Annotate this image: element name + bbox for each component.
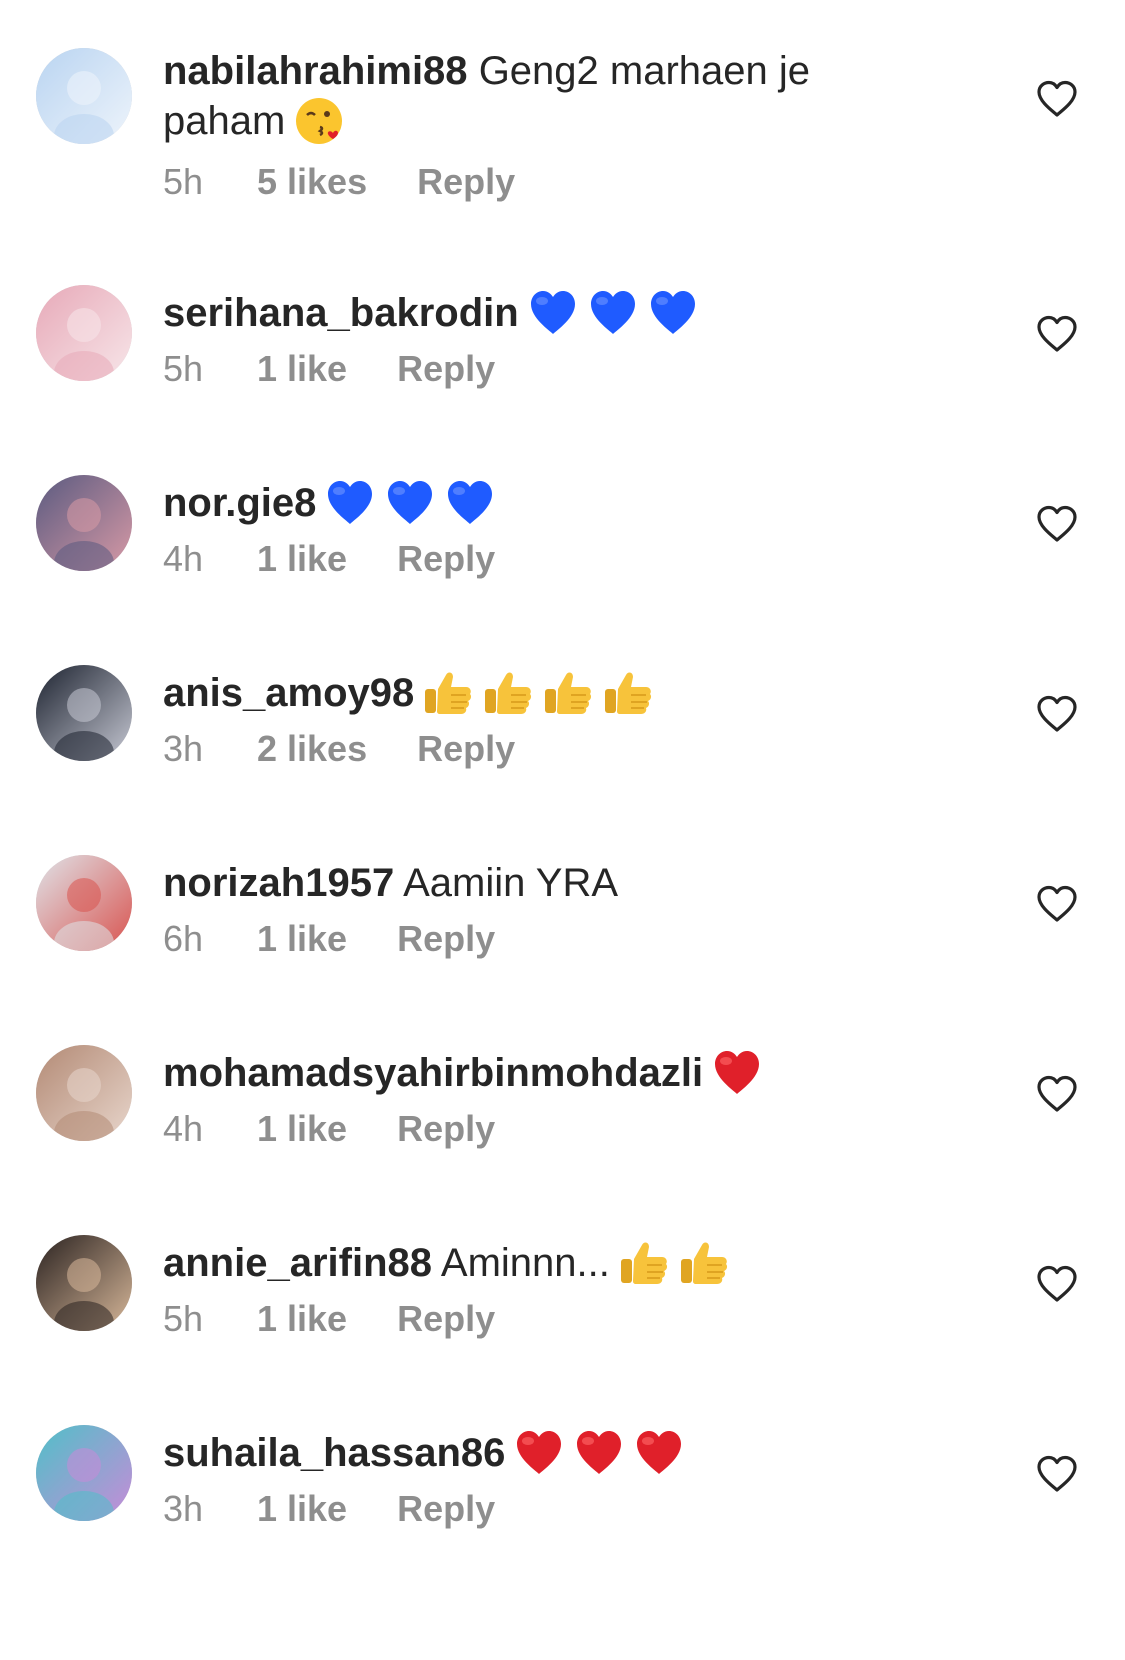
- thumbs-up-emoji: [678, 1237, 730, 1289]
- blue-heart-emoji: [527, 287, 579, 339]
- avatar[interactable]: [36, 1235, 132, 1331]
- like-heart-icon[interactable]: [1036, 1265, 1078, 1303]
- reply-button[interactable]: Reply: [397, 349, 495, 389]
- comment-meta: 5h 5 likes Reply: [163, 162, 515, 202]
- comment-body: annie_arifin88 Aminnn...: [163, 1238, 963, 1292]
- avatar[interactable]: [36, 855, 132, 951]
- comment-emojis: [513, 1426, 693, 1479]
- comment-likes[interactable]: 5 likes: [257, 162, 367, 202]
- comment-emojis: [527, 286, 707, 339]
- comment-item: annie_arifin88 Aminnn... 5h 1 like Reply: [0, 1232, 1125, 1422]
- comment-time: 5h: [163, 1298, 204, 1339]
- comment-meta: 4h 1 like Reply: [163, 539, 495, 579]
- comment-emojis: [422, 666, 662, 719]
- comment-item: norizah1957 Aamiin YRA 6h 1 like Reply: [0, 852, 1125, 1042]
- like-heart-icon[interactable]: [1036, 695, 1078, 733]
- comment-time: 4h: [163, 1108, 204, 1149]
- avatar[interactable]: [36, 475, 132, 571]
- avatar[interactable]: [36, 665, 132, 761]
- comment-meta: 6h 1 like Reply: [163, 919, 495, 959]
- comment-meta: 3h 1 like Reply: [163, 1489, 495, 1529]
- reply-button[interactable]: Reply: [397, 1109, 495, 1149]
- comment-item: mohamadsyahirbinmohdazli 4h 1 like Reply: [0, 1042, 1125, 1232]
- thumbs-up-emoji: [422, 667, 474, 719]
- comment-time: 6h: [163, 918, 204, 959]
- comment-body: suhaila_hassan86: [163, 1428, 963, 1482]
- blue-heart-emoji: [444, 477, 496, 529]
- comment-item: nabilahrahimi88 Geng2 marhaen je paham 5…: [0, 40, 1125, 230]
- comment-time: 3h: [163, 1488, 204, 1529]
- comment-likes[interactable]: 1 like: [257, 349, 347, 389]
- comment-text: Aamiin YRA: [403, 861, 619, 905]
- comment-likes[interactable]: 1 like: [257, 539, 347, 579]
- thumbs-up-emoji: [602, 667, 654, 719]
- red-heart-emoji: [633, 1427, 685, 1479]
- comment-emojis: [293, 94, 353, 147]
- kiss-emoji: [293, 95, 345, 147]
- reply-button[interactable]: Reply: [417, 729, 515, 769]
- comment-item: suhaila_hassan86 3h 1 like Reply: [0, 1422, 1125, 1612]
- comment-likes[interactable]: 1 like: [257, 1299, 347, 1339]
- red-heart-emoji: [513, 1427, 565, 1479]
- comment-username[interactable]: anis_amoy98: [163, 671, 414, 715]
- blue-heart-emoji: [384, 477, 436, 529]
- comment-time: 5h: [163, 348, 204, 389]
- avatar[interactable]: [36, 1425, 132, 1521]
- like-heart-icon[interactable]: [1036, 315, 1078, 353]
- red-heart-emoji: [573, 1427, 625, 1479]
- comment-username[interactable]: mohamadsyahirbinmohdazli: [163, 1051, 703, 1095]
- blue-heart-emoji: [587, 287, 639, 339]
- blue-heart-emoji: [647, 287, 699, 339]
- comment-body: nor.gie8: [163, 478, 963, 532]
- comment-likes[interactable]: 1 like: [257, 1489, 347, 1529]
- thumbs-up-emoji: [482, 667, 534, 719]
- blue-heart-emoji: [324, 477, 376, 529]
- like-heart-icon[interactable]: [1036, 1075, 1078, 1113]
- reply-button[interactable]: Reply: [397, 1489, 495, 1529]
- comment-item: serihana_bakrodin 5h 1 like Reply: [0, 282, 1125, 472]
- comment-emojis: [711, 1046, 771, 1099]
- comment-time: 4h: [163, 538, 204, 579]
- comment-item: nor.gie8 4h 1 like Reply: [0, 472, 1125, 662]
- comment-username[interactable]: suhaila_hassan86: [163, 1431, 505, 1475]
- comment-time: 3h: [163, 728, 204, 769]
- red-heart-emoji: [711, 1047, 763, 1099]
- comment-meta: 5h 1 like Reply: [163, 1299, 495, 1339]
- avatar[interactable]: [36, 285, 132, 381]
- thumbs-up-emoji: [542, 667, 594, 719]
- comment-item: anis_amoy98 3h 2 likes Reply: [0, 662, 1125, 852]
- comment-list: nabilahrahimi88 Geng2 marhaen je paham 5…: [0, 0, 1125, 1660]
- reply-button[interactable]: Reply: [397, 919, 495, 959]
- reply-button[interactable]: Reply: [397, 1299, 495, 1339]
- comment-likes[interactable]: 1 like: [257, 1109, 347, 1149]
- comment-emojis: [324, 476, 504, 529]
- avatar[interactable]: [36, 48, 132, 144]
- thumbs-up-emoji: [618, 1237, 670, 1289]
- comment-time: 5h: [163, 161, 204, 202]
- like-heart-icon[interactable]: [1036, 505, 1078, 543]
- comment-meta: 4h 1 like Reply: [163, 1109, 495, 1149]
- like-heart-icon[interactable]: [1036, 1455, 1078, 1493]
- like-heart-icon[interactable]: [1036, 885, 1078, 923]
- comment-body: serihana_bakrodin: [163, 288, 963, 342]
- avatar[interactable]: [36, 1045, 132, 1141]
- comment-username[interactable]: serihana_bakrodin: [163, 291, 519, 335]
- comment-emojis: [618, 1236, 738, 1289]
- comment-body: nabilahrahimi88 Geng2 marhaen je paham: [163, 46, 883, 150]
- comment-meta: 3h 2 likes Reply: [163, 729, 515, 769]
- comment-likes[interactable]: 2 likes: [257, 729, 367, 769]
- comment-username[interactable]: nabilahrahimi88: [163, 49, 468, 93]
- comment-meta: 5h 1 like Reply: [163, 349, 495, 389]
- comment-text: Aminnn...: [440, 1241, 610, 1285]
- comment-username[interactable]: nor.gie8: [163, 481, 316, 525]
- comment-body: anis_amoy98: [163, 668, 963, 722]
- comment-likes[interactable]: 1 like: [257, 919, 347, 959]
- comment-body: mohamadsyahirbinmohdazli: [163, 1048, 963, 1102]
- comment-body: norizah1957 Aamiin YRA: [163, 858, 963, 908]
- reply-button[interactable]: Reply: [397, 539, 495, 579]
- reply-button[interactable]: Reply: [417, 162, 515, 202]
- comment-username[interactable]: annie_arifin88: [163, 1241, 432, 1285]
- like-heart-icon[interactable]: [1036, 80, 1078, 118]
- comment-username[interactable]: norizah1957: [163, 861, 394, 905]
